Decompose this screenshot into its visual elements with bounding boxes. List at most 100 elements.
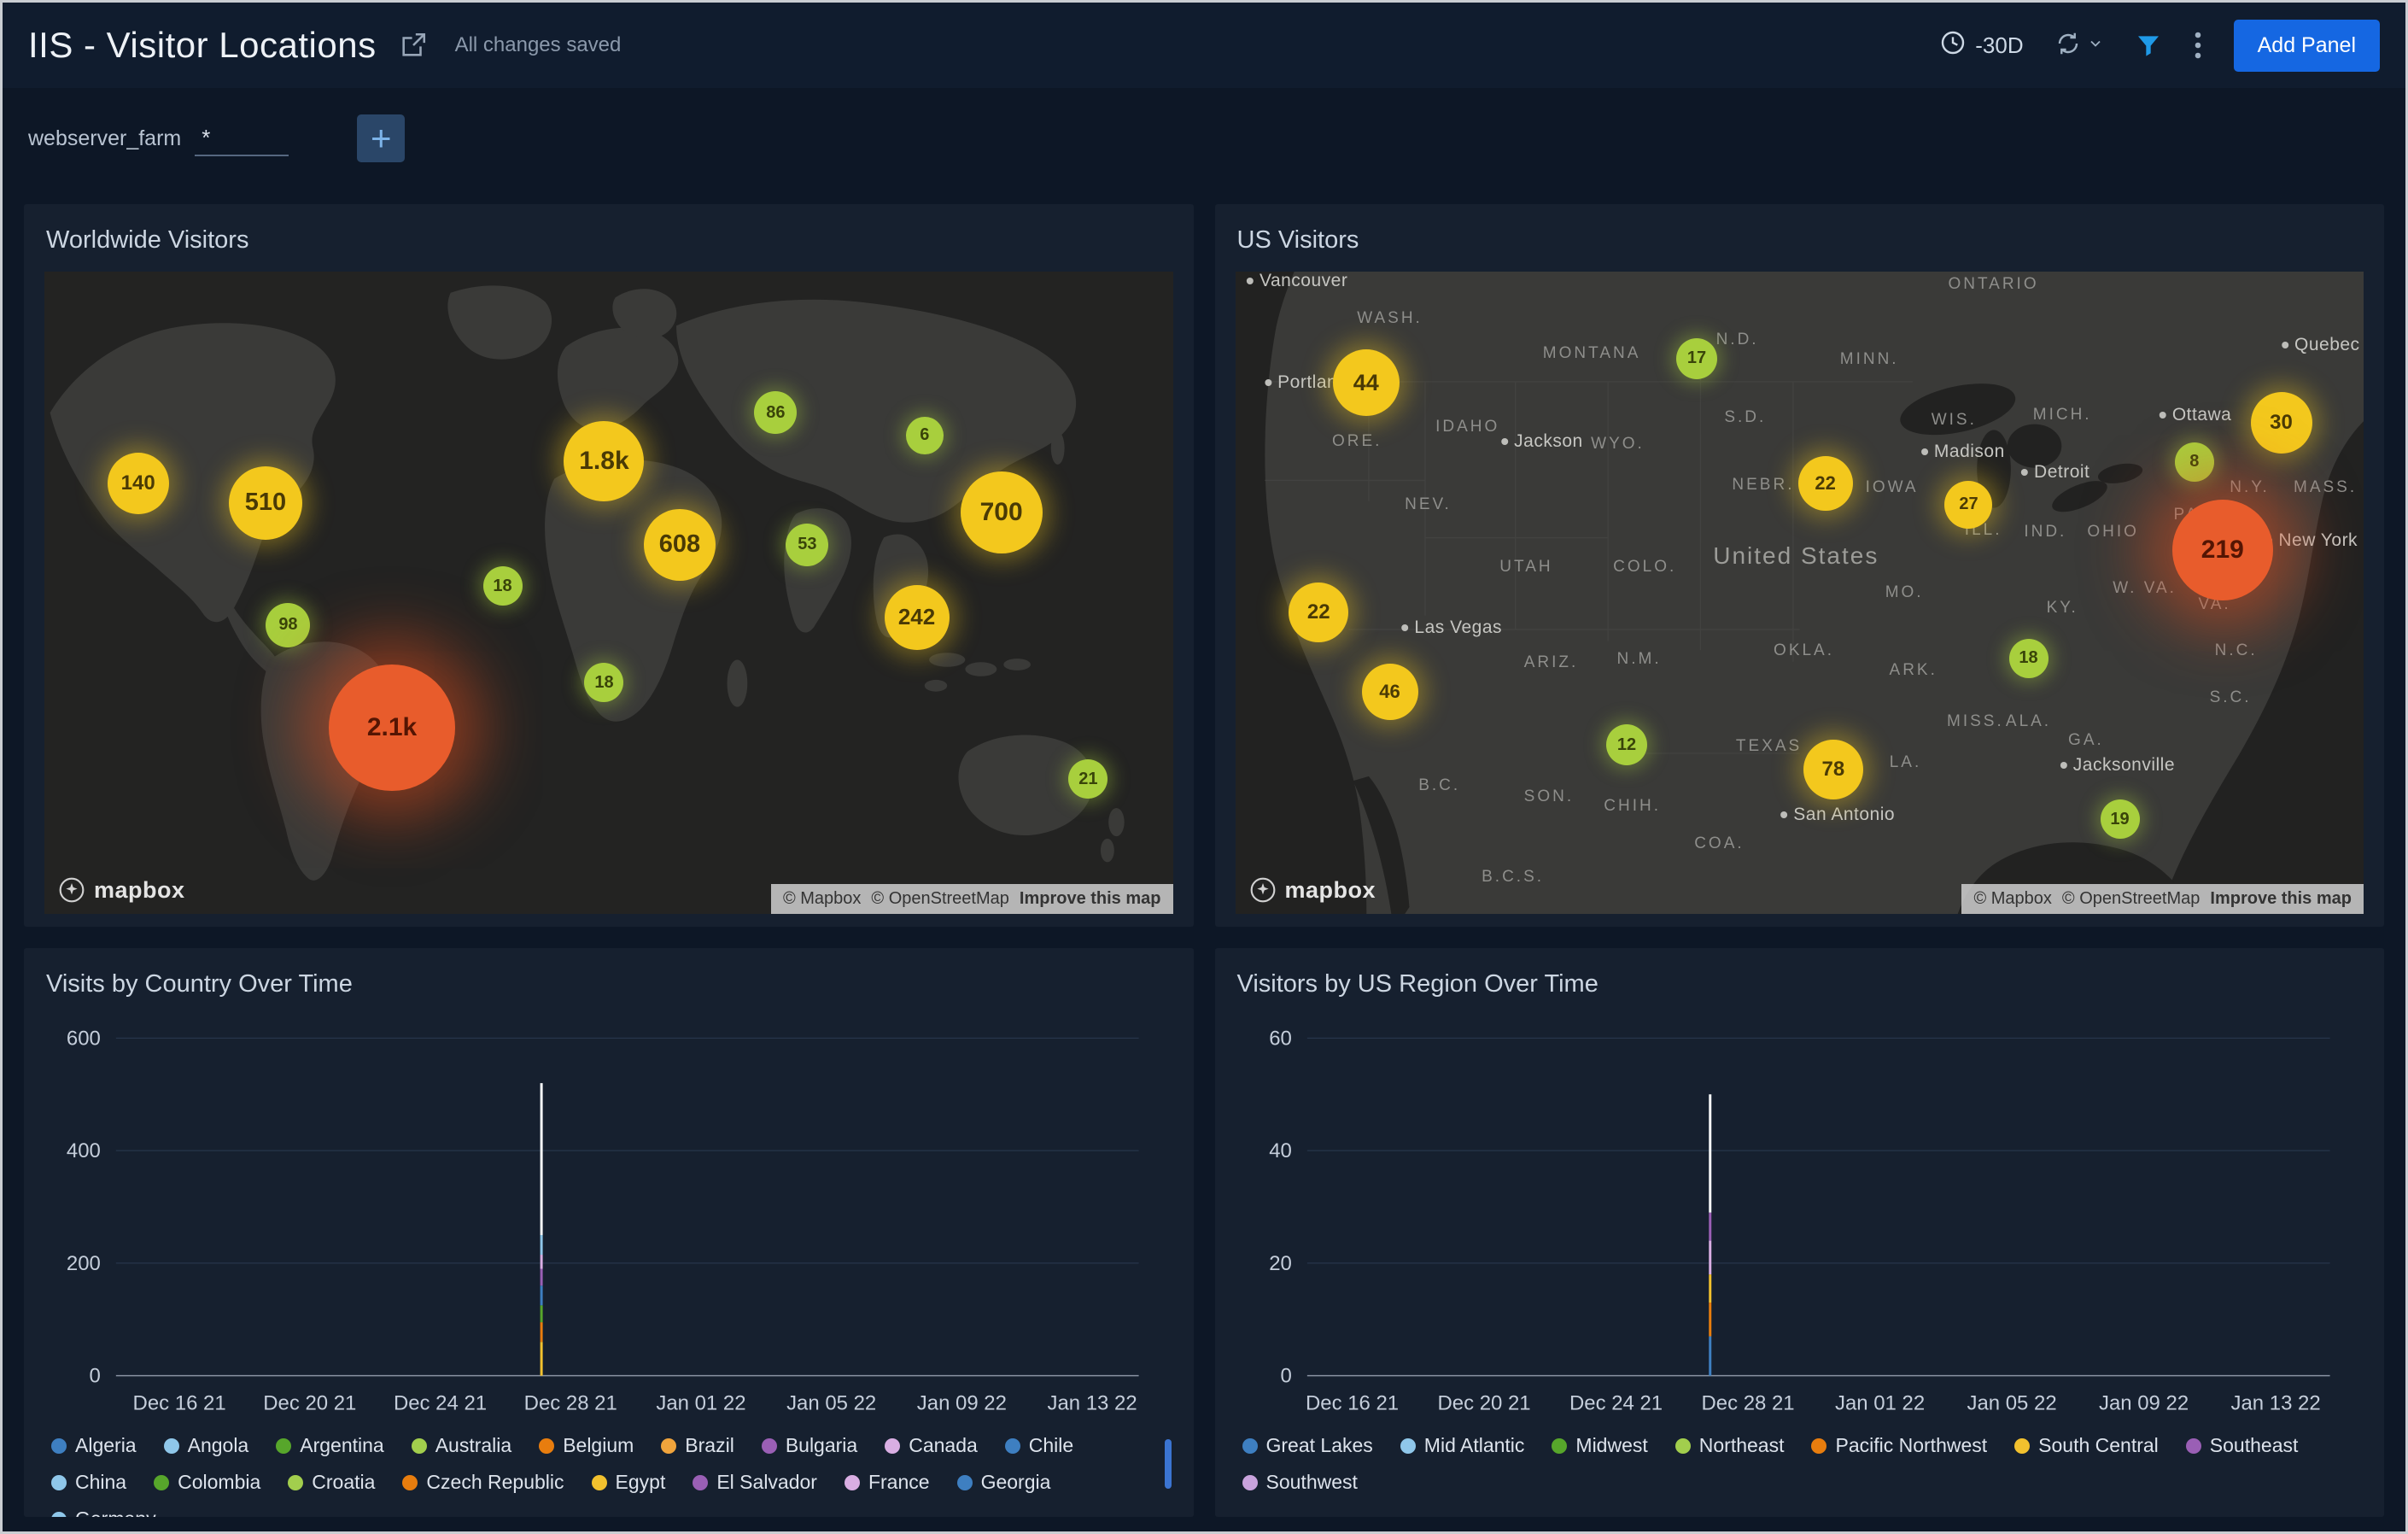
map-bubble[interactable]: 18 (584, 663, 624, 703)
map-bubble[interactable]: 27 (1944, 480, 1993, 529)
legend-item[interactable]: Brazil (661, 1434, 734, 1457)
legend-item[interactable]: Southeast (2185, 1434, 2298, 1457)
osm-attribution-link[interactable]: © OpenStreetMap (2062, 889, 2200, 909)
legend-item[interactable]: Angola (163, 1434, 248, 1457)
legend-item[interactable]: Algeria (51, 1434, 137, 1457)
time-range-control[interactable]: -30D (1939, 29, 2024, 62)
map-attribution: © Mapbox © OpenStreetMap Improve this ma… (1961, 884, 2364, 914)
series-label: Germany (75, 1508, 156, 1517)
legend-item[interactable]: Midwest (1552, 1434, 1648, 1457)
mapbox-attribution-link[interactable]: © Mapbox (783, 889, 861, 909)
world-map[interactable]: 140 510 98 2.1k 1.8k 86 18 608 18 53 6 242 700 21 map… (44, 272, 1173, 914)
legend-item[interactable]: Chile (1004, 1434, 1073, 1457)
map-bubble[interactable]: 18 (2008, 638, 2049, 678)
map-bubble[interactable]: 242 (884, 584, 950, 650)
legend-item[interactable]: Argentina (276, 1434, 384, 1457)
legend-item[interactable]: Colombia (154, 1471, 260, 1494)
legend-item[interactable]: El Salvador (693, 1471, 817, 1494)
legend-item[interactable]: Czech Republic (402, 1471, 564, 1494)
improve-map-link[interactable]: Improve this map (2210, 889, 2352, 909)
legend-item[interactable]: Germany (51, 1508, 156, 1517)
map-bubble[interactable]: 219 (2171, 500, 2273, 601)
legend-item[interactable]: France (844, 1471, 930, 1494)
map-bubble[interactable]: 17 (1675, 337, 1717, 379)
map-bubble[interactable]: 44 (1332, 349, 1400, 417)
map-bubble[interactable]: 30 (2250, 391, 2312, 454)
series-label: Pacific Northwest (1835, 1434, 1988, 1456)
map-bubble[interactable]: 22 (1797, 456, 1853, 512)
map-bubble[interactable]: 12 (1606, 724, 1648, 766)
legend-item[interactable]: Northeast (1674, 1434, 1784, 1457)
improve-map-link[interactable]: Improve this map (1020, 889, 1161, 909)
legend-item[interactable]: Belgium (539, 1434, 634, 1457)
svg-text:400: 400 (67, 1139, 101, 1162)
mapbox-logo[interactable]: mapbox (58, 876, 185, 904)
panel-worldwide-visitors: Worldwide Visitors 140 510 98 2.1k 1.8k … (24, 204, 1194, 927)
country-time-series-chart[interactable]: 0 200 400 600 Dec 16 21 Dec 20 21 Dec 24 21 Dec… (44, 1016, 1173, 1426)
map-bubble[interactable]: 22 (1289, 582, 1349, 642)
refresh-control[interactable] (2054, 30, 2104, 61)
map-bubble[interactable]: 46 (1361, 663, 1418, 720)
map-bubble[interactable]: 21 (1068, 759, 1108, 799)
map-bubble[interactable]: 140 (107, 453, 169, 515)
series-color-dot (288, 1474, 304, 1490)
svg-text:Dec 24 21: Dec 24 21 (1569, 1392, 1662, 1415)
legend-item[interactable]: China (51, 1471, 126, 1494)
add-panel-button[interactable]: Add Panel (2233, 19, 2380, 72)
dashboard-header: IIS - Visitor Locations All changes save… (3, 3, 2405, 88)
map-bubble[interactable]: 700 (960, 471, 1043, 553)
mapbox-attribution-link[interactable]: © Mapbox (1973, 889, 2051, 909)
series-color-dot (693, 1474, 709, 1490)
legend-item[interactable]: Mid Atlantic (1400, 1434, 1525, 1457)
legend-item[interactable]: Croatia (288, 1471, 375, 1494)
series-color-dot (1400, 1437, 1416, 1454)
us-bubble-layer: 44 17 22 27 30 8 219 22 46 12 18 78 19 (1236, 272, 2364, 914)
map-bubble[interactable]: 8 (2174, 442, 2214, 482)
add-filter-button[interactable]: + (357, 114, 406, 162)
series-color-dot (844, 1474, 860, 1490)
series-label: Australia (435, 1434, 512, 1456)
share-icon[interactable] (399, 31, 428, 60)
dashboard-filter-bar: webserver_farm + (3, 88, 2405, 189)
filter-icon[interactable] (2135, 32, 2162, 59)
map-bubble[interactable]: 86 (754, 391, 798, 435)
legend-item[interactable]: Pacific Northwest (1811, 1434, 1987, 1457)
series-color-dot (51, 1437, 67, 1454)
legend-item[interactable]: South Central (2014, 1434, 2159, 1457)
map-bubble[interactable]: 510 (229, 465, 302, 540)
region-time-series-chart[interactable]: 0 20 40 60 Dec 16 21 Dec 20 21 Dec 24 21 Dec 28… (1236, 1016, 2364, 1426)
svg-text:Jan 05 22: Jan 05 22 (786, 1392, 876, 1415)
svg-text:Jan 09 22: Jan 09 22 (2099, 1392, 2189, 1415)
legend-item[interactable]: Australia (411, 1434, 512, 1457)
map-bubble[interactable]: 53 (786, 523, 829, 566)
mapbox-logo[interactable]: mapbox (1249, 876, 1376, 904)
osm-attribution-link[interactable]: © OpenStreetMap (871, 889, 1008, 909)
svg-text:Jan 13 22: Jan 13 22 (2230, 1392, 2320, 1415)
legend-item[interactable]: Egypt (591, 1471, 665, 1494)
legend-item[interactable]: Great Lakes (1242, 1434, 1373, 1457)
map-bubble[interactable]: 18 (482, 566, 523, 606)
map-bubble[interactable]: 78 (1803, 739, 1863, 799)
map-bubble[interactable]: 608 (644, 508, 716, 581)
legend-scrollbar[interactable] (1164, 1439, 1172, 1489)
panel-visitors-by-us-region: Visitors by US Region Over Time 0 20 40 60 D… (1214, 948, 2384, 1517)
svg-text:0: 0 (1280, 1365, 1291, 1388)
map-bubble[interactable]: 98 (266, 602, 311, 647)
map-bubble[interactable]: 2.1k (329, 664, 456, 791)
map-bubble[interactable]: 6 (905, 416, 944, 454)
legend-item[interactable]: Georgia (956, 1471, 1050, 1494)
panel-visits-by-country: Visits by Country Over Time 0 200 400 600 De… (24, 948, 1194, 1517)
map-bubble[interactable]: 19 (2100, 799, 2140, 840)
series-label: Mid Atlantic (1423, 1434, 1525, 1456)
filter-value-input[interactable] (195, 120, 289, 156)
series-color-dot (885, 1437, 901, 1454)
series-label: Colombia (178, 1471, 261, 1493)
more-menu-icon[interactable] (2193, 30, 2203, 61)
svg-text:Jan 01 22: Jan 01 22 (1834, 1392, 1924, 1415)
legend-item[interactable]: Canada (885, 1434, 978, 1457)
svg-text:Jan 09 22: Jan 09 22 (917, 1392, 1007, 1415)
legend-item[interactable]: Southwest (1242, 1471, 1358, 1494)
map-bubble[interactable]: 1.8k (564, 420, 645, 501)
us-map[interactable]: Vancouver WASH. Portland ORE. IDAHO MONTANA N.… (1235, 272, 2364, 914)
legend-item[interactable]: Bulgaria (761, 1434, 857, 1457)
